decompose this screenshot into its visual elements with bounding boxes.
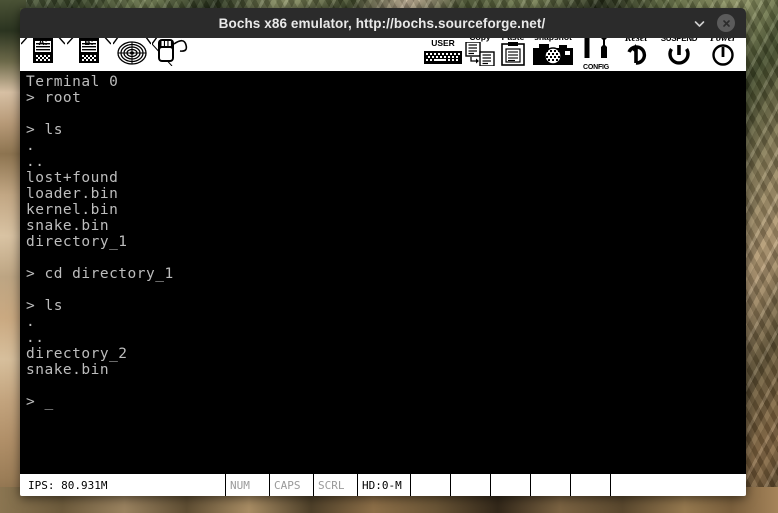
toolbar-snapshot-button[interactable]: snapshot: [530, 38, 576, 71]
paste-icon: [498, 42, 528, 71]
mouse-icon: [151, 38, 194, 71]
status-blank-4: [531, 474, 571, 496]
camera-icon: [531, 42, 575, 71]
toolbar-mouse-button[interactable]: [151, 38, 194, 71]
config-tools-icon: [577, 38, 615, 63]
cdrom-icon: [112, 38, 152, 71]
close-button[interactable]: [717, 14, 735, 32]
status-indicator-num: NUM: [226, 474, 270, 496]
toolbar-right-group: USER CONFIG Reset SUSPEND Power: [422, 38, 746, 71]
minimize-button[interactable]: [690, 14, 708, 32]
toolbar-config-label: CONFIG: [582, 64, 610, 71]
bochs-emulator-window: Bochs x86 emulator, http://bochs.sourcef…: [20, 8, 746, 496]
bochs-toolbar: A: B: USER CONFIG Reset SUSPEND Power: [20, 38, 746, 74]
status-blank-2: [451, 474, 491, 496]
window-title: Bochs x86 emulator, http://bochs.sourcef…: [218, 15, 546, 31]
status-blank-1: [411, 474, 451, 496]
toolbar-power-button[interactable]: Power: [702, 38, 744, 71]
emulator-screen[interactable]: Terminal 0 > root > ls . .. lost+found l…: [20, 74, 746, 474]
toolbar-copy-button[interactable]: Copy: [464, 38, 496, 71]
window-titlebar[interactable]: Bochs x86 emulator, http://bochs.sourcef…: [20, 8, 746, 38]
toolbar-reset-button[interactable]: Reset: [616, 38, 656, 71]
toolbar-floppy-a-label: A:: [38, 38, 48, 47]
status-indicator-hd: HD:0-M: [358, 474, 411, 496]
status-blank-5: [571, 474, 611, 496]
status-blank-6: [611, 474, 746, 496]
window-controls: [690, 14, 746, 32]
status-indicator-caps: CAPS: [270, 474, 314, 496]
keyboard-icon: [423, 48, 463, 71]
toolbar-suspend-button[interactable]: SUSPEND: [656, 38, 702, 71]
toolbar-cdrom-button[interactable]: [112, 38, 152, 71]
toolbar-user-button[interactable]: USER: [422, 38, 464, 71]
toolbar-paste-button[interactable]: Paste: [496, 38, 530, 71]
chevron-down-icon: [692, 16, 707, 31]
status-blank-3: [491, 474, 531, 496]
toolbar-config-button[interactable]: CONFIG: [576, 38, 616, 71]
power-icon: [710, 43, 736, 71]
suspend-icon: [666, 43, 692, 71]
status-ips: IPS: 80.931M: [20, 474, 226, 496]
toolbar-floppy-b-button[interactable]: B:: [66, 38, 112, 71]
toolbar-floppy-b-label: B:: [84, 38, 94, 47]
bochs-statusbar: IPS: 80.931M NUM CAPS SCRL HD:0-M: [20, 474, 746, 496]
toolbar-floppy-a-button[interactable]: A:: [20, 38, 66, 71]
close-icon: [721, 18, 732, 29]
toolbar-left-group: A: B:: [20, 38, 194, 71]
status-indicator-scrl: SCRL: [314, 474, 358, 496]
terminal-output: Terminal 0 > root > ls . .. lost+found l…: [26, 74, 174, 410]
reset-icon: [623, 43, 649, 71]
toolbar-user-label: USER: [431, 38, 455, 48]
copy-icon: [465, 41, 495, 71]
